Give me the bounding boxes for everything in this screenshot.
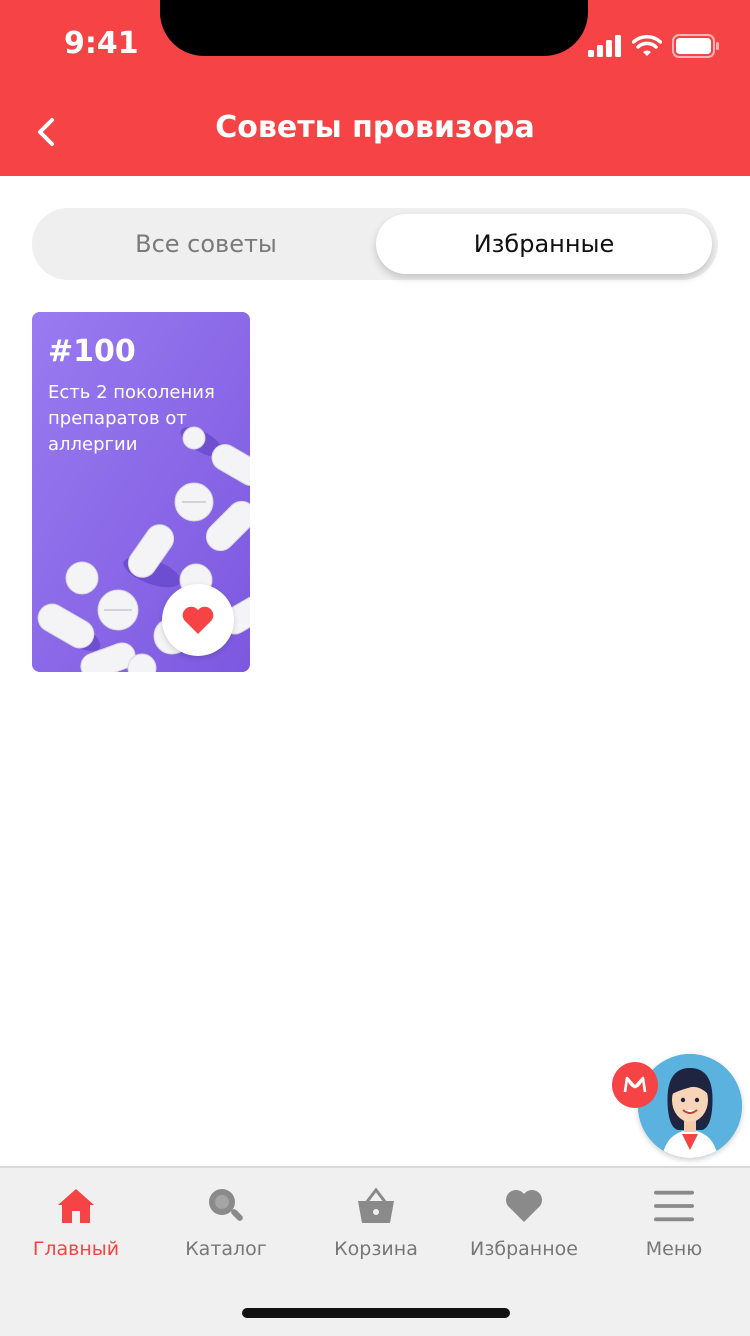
heart-icon [182,606,214,634]
tip-number: #100 [48,334,136,369]
tip-text: Есть 2 поколения препаратов от аллергии [48,382,215,455]
home-indicator [242,1308,510,1318]
status-icons [588,32,720,60]
tip-card[interactable]: #100 Есть 2 поколения препаратов от алле… [32,312,250,672]
basket-icon [358,1187,394,1223]
status-time: 9:41 [64,26,139,61]
signal-icon [588,35,621,57]
tabbar-label: Меню [645,1238,703,1260]
wifi-icon [632,35,662,56]
tabbar-label: Корзина [334,1238,418,1260]
search-icon [209,1189,243,1221]
page-title: Советы провизора [215,110,535,145]
tabbar-label: Главный [32,1238,120,1260]
tabbar-item-home[interactable]: Главный [1,1186,151,1276]
device-notch [160,0,588,56]
home-icon [58,1189,94,1223]
tabbar-label: Каталог [185,1238,267,1260]
tab-all-tips[interactable]: Все советы [38,214,374,274]
brand-logo-icon [623,1076,647,1093]
segmented-control: Все советы Избранные [32,208,718,280]
tabbar-item-cart[interactable]: Корзина [301,1186,451,1276]
chat-badge[interactable] [612,1062,658,1108]
heart-icon [506,1190,542,1222]
favorite-button[interactable] [162,584,234,656]
tab-favorites[interactable]: Избранные [376,214,712,274]
header: 9:41 Советы провизора [0,0,750,176]
assistant-avatar[interactable] [638,1054,742,1158]
tabbar-item-menu[interactable]: Меню [599,1186,749,1276]
pharmacist-avatar-icon [638,1054,742,1158]
tabbar-label: Избранное [470,1238,578,1260]
tabbar-item-catalog[interactable]: Каталог [151,1186,301,1276]
menu-icon [654,1190,694,1222]
battery-icon [672,34,719,58]
tabbar-item-favorites[interactable]: Избранное [449,1186,599,1276]
